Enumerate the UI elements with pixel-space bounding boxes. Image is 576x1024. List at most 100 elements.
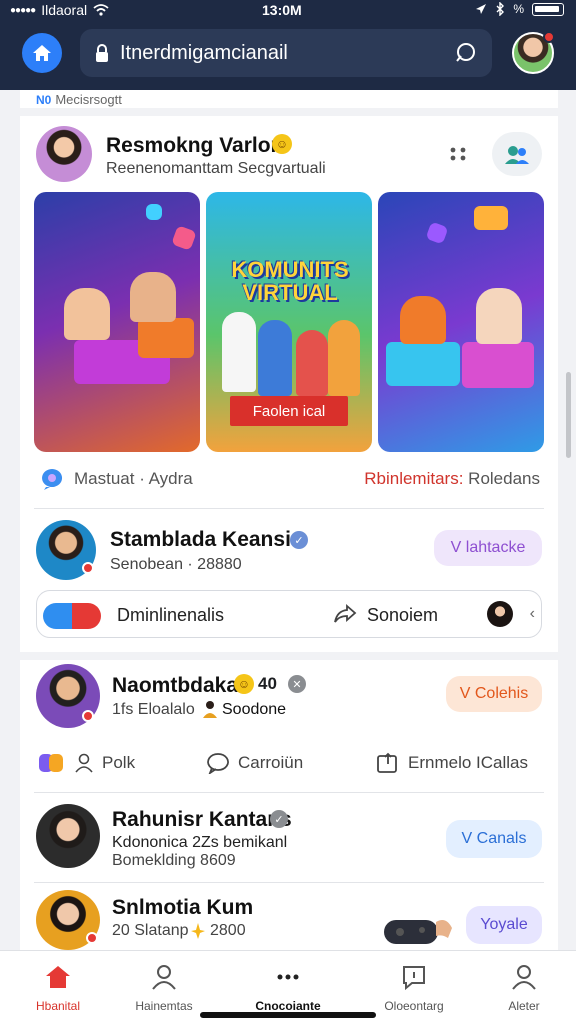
badge-count: 40 [258,674,277,693]
clock: 13:0M [262,2,302,18]
address-bar[interactable] [80,29,492,77]
share-label: Ernmelo ICallas [408,753,528,772]
battery-icon [532,2,564,16]
reaction-icon [39,754,63,772]
nav-profile[interactable]: Aleter [474,959,574,1015]
person-figure [130,272,176,322]
shared-label: Dminlinenalis [117,605,225,625]
nav-label: Hbanital [35,999,81,1013]
home-button[interactable] [22,33,62,73]
nav-messages[interactable]: Oloeontarg [364,959,464,1015]
post-author[interactable]: Naomtbdakar [112,674,246,698]
avatar[interactable] [36,126,92,182]
like-label: Polk [102,753,136,772]
browser-header: ●●●●● Ildaoral 13:0M % [0,0,576,90]
post-subtitle-number: 2800 [210,922,246,939]
follow-button[interactable]: Yoyale [466,906,542,944]
section-tag: N0 [36,92,52,107]
wifi-icon [93,4,109,16]
post-image[interactable]: KOMUNITS VIRTUAL Faolen ical [206,192,372,452]
search-icon[interactable] [454,41,478,65]
smile-icon: ☺ [234,674,254,694]
post-subtitle: 1fs Eloalalo [112,701,195,718]
platform-shape [138,318,194,358]
avatar[interactable] [487,601,513,627]
person-figure [222,312,256,392]
follow-button[interactable]: V lahtacke [434,530,542,566]
home-indicator [200,1012,376,1018]
shared-bar[interactable]: Dminlinenalis Sonoiem ‹ [36,590,542,638]
post-subtitle: 20 Slatanp [112,922,189,939]
floating-icon [474,206,508,230]
nav-more[interactable]: Cnocoiante [238,959,338,1015]
shared-action[interactable]: Sonoiem [367,605,438,626]
share-box-icon [377,752,397,773]
person-figure [258,320,292,396]
follow-button[interactable]: V Colehis [446,676,542,712]
meta-left[interactable]: Mastuat · Aydra [74,469,193,489]
section-header: N0 Mecisrsogtt [36,92,122,107]
verified-icon: ✓ [290,531,308,549]
game-controller-image [384,920,452,944]
section-label: Mecisrsogtt [55,92,122,107]
post-author[interactable]: Rahunisr Kantans [112,808,292,832]
more-icon [277,974,299,980]
nav-home[interactable]: Hbanital [8,959,108,1015]
post-subtitle: Senobean · 28880 [110,556,242,573]
post-actions: Polk Carroiün Ernmelo ICallas [20,746,558,780]
person-icon [152,965,176,990]
post-line2: Bomeklding 8609 [112,852,236,869]
share-action[interactable]: Ernmelo ICallas [376,752,528,774]
divider [34,882,544,883]
status-bar: ●●●●● Ildaoral 13:0M % [0,0,576,22]
platform-shape [462,342,534,388]
nav-label: Oloeontarg [384,999,444,1013]
meta-right[interactable]: Rbinlemitars: Roledans [364,469,540,489]
person-icon [75,753,93,773]
like-action[interactable]: Polk [38,752,135,774]
gamepad-icon [43,603,101,629]
post-author[interactable]: Resmokng Varlore [106,134,290,158]
person-figure [328,320,360,396]
account-avatar[interactable] [512,31,555,74]
sparkle-icon [191,923,205,939]
floating-icon [171,225,197,251]
chevron-left-icon[interactable]: ‹ [530,605,535,623]
divider [20,108,558,116]
post-image[interactable] [378,192,544,452]
group-button[interactable] [492,132,542,176]
signal-icon: ●●●●● [10,4,36,16]
post-meta: Mastuat · Aydra Rbinlemitars: Roledans [40,466,540,492]
nav-people[interactable]: Hainemtas [114,959,214,1015]
divider [34,792,544,793]
person-figure [400,296,446,344]
post-author[interactable]: Snlmotia Kum [112,896,253,920]
meta-right-highlight: Rbinlemitars: [364,469,464,488]
nav-label: Hainemtas [135,999,193,1013]
home-icon [33,45,51,61]
status-dot [82,710,94,722]
image-title: KOMUNITS VIRTUAL [231,257,349,306]
comment-action[interactable]: Carroiün [206,752,303,774]
avatar[interactable] [36,804,100,868]
post-author[interactable]: Stamblada Keansio [110,528,304,552]
share-icon[interactable] [333,603,357,625]
comment-icon [207,753,229,774]
post-image[interactable] [34,192,200,452]
follow-button[interactable]: V Canals [446,820,542,858]
lock-icon [96,44,108,62]
home-icon [46,966,70,988]
divider [20,652,558,660]
profile-icon [512,965,536,990]
person-figure [64,288,110,340]
more-options-icon[interactable] [448,144,468,164]
comment-label: Carroiün [238,753,304,772]
bluetooth-icon [496,2,505,16]
group-icon [505,146,529,164]
url-input[interactable] [120,41,450,65]
nav-label: Aleter [508,999,540,1013]
feed-panel: N0 Mecisrsogtt Resmokng Varlore ☺ Reenen… [20,90,558,950]
scrollbar-thumb[interactable] [566,372,571,458]
verified-icon: ✕ [288,675,306,693]
post-line1: Kdononica 2Zs bemikanl [112,834,288,851]
